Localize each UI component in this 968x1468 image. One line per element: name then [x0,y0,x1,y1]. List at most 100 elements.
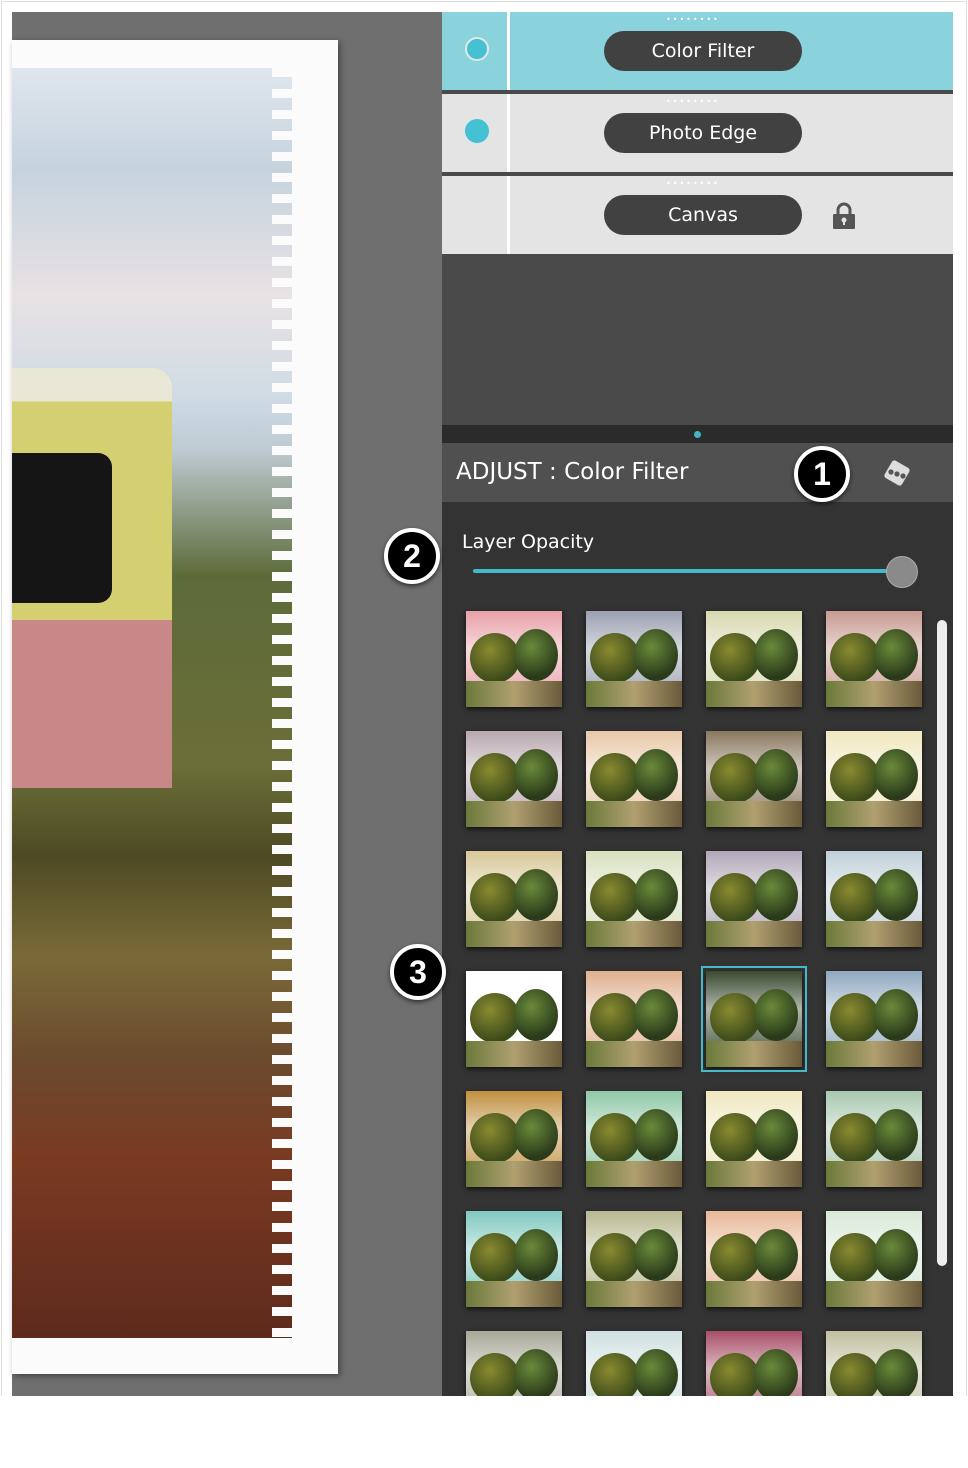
ground [586,1281,682,1307]
tree [634,1109,678,1161]
tree [470,993,520,1043]
ground [586,681,682,707]
ground [706,921,802,947]
filter-thumbnail[interactable] [706,611,802,707]
filter-thumbnail[interactable] [706,1211,802,1307]
tree [590,753,640,803]
callout-3: 3 [390,944,446,1000]
filter-thumbnail[interactable] [586,1211,682,1307]
tree [514,749,558,801]
photo-edge-effect [272,68,292,1338]
tree [514,1349,558,1396]
filter-thumbnail[interactable] [586,971,682,1067]
filter-thumbnail[interactable] [466,611,562,707]
tree [514,869,558,921]
filter-thumbnail[interactable] [586,851,682,947]
filter-thumbnail[interactable] [466,971,562,1067]
canvas-paper [12,40,338,1374]
tree [710,993,760,1043]
tree [634,989,678,1041]
tree [634,1349,678,1396]
ground [826,681,922,707]
filter-thumbnail[interactable] [586,1091,682,1187]
filter-thumbnail[interactable] [826,611,922,707]
filter-thumbnail[interactable] [826,1211,922,1307]
ground [466,681,562,707]
tree [830,753,880,803]
filter-thumbnail[interactable] [826,1091,922,1187]
tree [470,1353,520,1396]
filter-grid [442,12,953,1396]
filter-thumbnail[interactable] [826,851,922,947]
ground [706,1161,802,1187]
filter-thumbnail[interactable] [706,851,802,947]
ground [466,801,562,827]
filter-thumbnail[interactable] [586,611,682,707]
scrollbar[interactable] [937,620,947,1266]
tree [874,869,918,921]
filter-thumbnail[interactable] [701,966,807,1072]
filter-thumbnail[interactable] [706,1091,802,1187]
tree [830,993,880,1043]
train-window [12,453,112,603]
ground [826,801,922,827]
filter-thumbnail[interactable] [586,1331,682,1396]
ground [706,1281,802,1307]
filter-thumbnail[interactable] [466,851,562,947]
tree [710,753,760,803]
filter-thumbnail[interactable] [706,1331,802,1396]
ground [586,921,682,947]
tree [470,753,520,803]
tree [514,1229,558,1281]
tree [634,629,678,681]
tree [830,633,880,683]
tree [710,1353,760,1396]
photo-image [12,68,292,1338]
canvas-area[interactable] [12,12,442,1396]
filter-thumbnail[interactable] [826,971,922,1067]
ground [826,1161,922,1187]
tree [514,1109,558,1161]
tree [710,1233,760,1283]
filter-thumbnail[interactable] [826,1331,922,1396]
tree [590,1113,640,1163]
tree [754,1349,798,1396]
tree [754,869,798,921]
filter-thumbnail[interactable] [466,731,562,827]
tree [874,1349,918,1396]
filter-thumbnail[interactable] [466,1331,562,1396]
filter-thumbnail[interactable] [826,731,922,827]
tree [710,1113,760,1163]
tree [830,1233,880,1283]
callout-1: 1 [794,446,850,502]
tree [514,989,558,1041]
ground [826,1041,922,1067]
tree [754,629,798,681]
tree [590,1233,640,1283]
ground [706,801,802,827]
filter-thumbnail[interactable] [466,1211,562,1307]
tree [470,1113,520,1163]
tree [710,633,760,683]
ground [586,1041,682,1067]
tree [754,1109,798,1161]
tree [754,1229,798,1281]
ground [586,1161,682,1187]
tree [634,749,678,801]
tree [634,869,678,921]
tree [874,1109,918,1161]
tree [470,633,520,683]
filter-thumbnail[interactable] [586,731,682,827]
tree [590,1353,640,1396]
ground [466,1041,562,1067]
ground [826,921,922,947]
tree [754,989,798,1041]
tree [874,1229,918,1281]
train-car [12,368,172,788]
tree [874,989,918,1041]
tree [874,749,918,801]
filter-thumbnail[interactable] [706,731,802,827]
filter-thumbnail[interactable] [466,1091,562,1187]
ground [826,1281,922,1307]
ground [466,1281,562,1307]
